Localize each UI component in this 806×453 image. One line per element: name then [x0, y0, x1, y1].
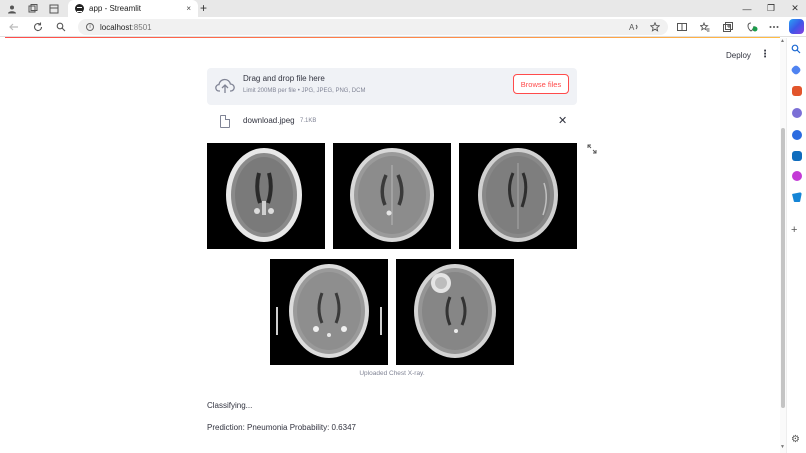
- classifying-status-text: Classifying...: [207, 401, 253, 410]
- ct-scan-image-4: [270, 259, 388, 365]
- tab-close-icon[interactable]: ×: [186, 4, 191, 13]
- uploaded-file-row: download.jpeg 7.1KB ✕: [207, 112, 577, 132]
- file-uploader-dropzone[interactable]: Drag and drop file here Limit 200MB per …: [207, 68, 577, 105]
- prediction-result-text: Prediction: Pneumonia Probability: 0.634…: [207, 423, 356, 432]
- deploy-button[interactable]: Deploy: [726, 51, 751, 60]
- sidebar-outlook-icon[interactable]: [792, 151, 802, 161]
- ct-scan-image-3: [459, 143, 577, 249]
- sidebar-send-icon[interactable]: [792, 192, 802, 202]
- sidebar-people-icon[interactable]: [792, 108, 802, 118]
- address-bar[interactable]: i localhost:8501: [78, 19, 668, 35]
- file-icon: [220, 115, 230, 128]
- scroll-up-icon[interactable]: ▲: [780, 38, 785, 44]
- read-aloud-icon[interactable]: A: [626, 19, 642, 35]
- sidebar-add-icon[interactable]: +: [791, 224, 797, 236]
- sidebar-designer-icon[interactable]: [792, 171, 802, 181]
- svg-text:A: A: [629, 23, 635, 32]
- page-scrollbar[interactable]: ▲ ▼: [780, 38, 786, 453]
- browser-tab-active[interactable]: app - Streamlit ×: [68, 0, 198, 17]
- page-loading-bar: [5, 37, 780, 38]
- new-tab-button[interactable]: +: [200, 0, 207, 17]
- browser-toolbar: i localhost:8501 A: [0, 17, 806, 37]
- ct-scan-image-2: [333, 143, 451, 249]
- collections-toolbar-icon[interactable]: [720, 19, 736, 35]
- workspaces-icon[interactable]: [46, 1, 62, 16]
- favorites-icon[interactable]: [697, 19, 713, 35]
- sidebar-tag-icon[interactable]: [790, 64, 802, 76]
- url-host: localhost: [100, 22, 132, 32]
- url-port: :8501: [131, 22, 152, 32]
- restore-button[interactable]: ❐: [758, 0, 784, 17]
- tab-title: app - Streamlit: [89, 4, 142, 13]
- scrollbar-thumb[interactable]: [781, 128, 785, 408]
- browse-files-button[interactable]: Browse files: [513, 74, 569, 94]
- image-caption: Uploaded Chest X-ray.: [359, 370, 425, 377]
- sidebar-shopping-icon[interactable]: [792, 86, 802, 96]
- settings-more-icon[interactable]: [766, 19, 782, 35]
- favorite-star-icon[interactable]: [647, 19, 663, 35]
- ct-scan-image-5: [396, 259, 514, 365]
- fullscreen-expand-icon[interactable]: [587, 144, 597, 156]
- file-name: download.jpeg: [243, 116, 295, 125]
- main-menu-icon[interactable]: ⋮: [760, 49, 770, 60]
- ct-scan-image-1: [207, 143, 325, 249]
- split-screen-icon[interactable]: [674, 19, 690, 35]
- remove-file-icon[interactable]: ✕: [558, 114, 567, 127]
- edge-sidebar: + ⚙: [786, 38, 806, 453]
- sidebar-settings-gear-icon[interactable]: ⚙: [791, 434, 800, 445]
- profile-icon[interactable]: [4, 1, 20, 16]
- sidebar-games-icon[interactable]: [792, 130, 802, 140]
- back-icon[interactable]: [6, 19, 22, 35]
- dropzone-title: Drag and drop file here: [243, 74, 325, 83]
- refresh-icon[interactable]: [30, 19, 46, 35]
- browser-titlebar: app - Streamlit × + — ❐ ✕: [0, 0, 806, 17]
- file-size: 7.1KB: [300, 118, 317, 124]
- collections-icon[interactable]: [25, 1, 41, 16]
- close-window-button[interactable]: ✕: [782, 0, 806, 17]
- scroll-down-icon[interactable]: ▼: [780, 444, 785, 450]
- copilot-icon[interactable]: [789, 19, 804, 34]
- browser-essentials-icon[interactable]: [744, 19, 760, 35]
- dropzone-subtitle: Limit 200MB per file • JPG, JPEG, PNG, D…: [243, 88, 366, 94]
- cloud-upload-icon: [215, 78, 235, 93]
- sidebar-search-icon[interactable]: [791, 44, 801, 57]
- minimize-button[interactable]: —: [734, 0, 760, 17]
- site-info-icon[interactable]: i: [86, 23, 94, 31]
- streamlit-favicon-icon: [75, 4, 84, 13]
- search-icon[interactable]: [53, 19, 69, 35]
